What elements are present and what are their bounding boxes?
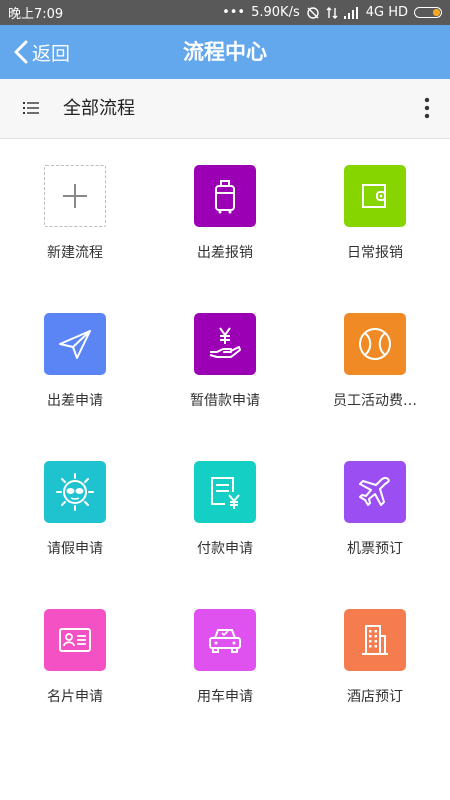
grid-item-daily-reimbursement[interactable]: 日常报销 [300, 139, 450, 287]
grid-item-car-application[interactable]: 用车申请 [150, 583, 300, 731]
signal-icon [343, 6, 358, 19]
daily-reimbursement-tile[interactable] [344, 165, 406, 227]
more-dots-icon: ••• [222, 5, 246, 20]
hotel-booking-tile[interactable] [344, 609, 406, 671]
grid-item-label: 酒店预订 [347, 689, 403, 705]
network-type: 4G HD [365, 5, 408, 20]
flight-booking-tile[interactable] [344, 461, 406, 523]
title-bar: 返回 流程中心 [0, 25, 450, 79]
business-card-tile[interactable] [44, 609, 106, 671]
paper-plane-icon [59, 330, 91, 359]
leave-application-tile[interactable] [44, 461, 106, 523]
grid-item-loan-application[interactable]: 暂借款申请 [150, 287, 300, 435]
grid-item-payment-application[interactable]: 付款申请 [150, 435, 300, 583]
grid-item-label: 暂借款申请 [190, 393, 260, 409]
sun-glasses-icon [56, 473, 94, 511]
grid-item-flight-booking[interactable]: 机票预订 [300, 435, 450, 583]
grid-item-new-process[interactable]: 新建流程 [0, 139, 150, 287]
employee-activity-tile[interactable] [344, 313, 406, 375]
more-vertical-icon[interactable] [424, 97, 430, 119]
grid-item-label: 出差申请 [47, 393, 103, 409]
grid-item-label: 用车申请 [197, 689, 253, 705]
grid-item-travel-reimbursement[interactable]: 出差报销 [150, 139, 300, 287]
grid-item-hotel-booking[interactable]: 酒店预订 [300, 583, 450, 731]
travel-application-tile[interactable] [44, 313, 106, 375]
grid-item-label: 新建流程 [47, 245, 103, 261]
grid-item-label: 员工活动费… [333, 393, 417, 409]
back-button[interactable]: 返回 [12, 25, 70, 79]
grid-item-label: 出差报销 [197, 245, 253, 261]
grid-item-leave-application[interactable]: 请假申请 [0, 435, 150, 583]
airplane-icon [359, 476, 390, 506]
luggage-icon [215, 180, 235, 214]
wallet-icon [362, 184, 386, 208]
payment-application-tile[interactable] [194, 461, 256, 523]
status-indicators: ••• 5.90K/s 4G HD [222, 5, 442, 20]
status-time: 晚上7:09 [8, 7, 64, 22]
loan-application-tile[interactable] [194, 313, 256, 375]
hotel-icon [362, 625, 388, 655]
invoice-yen-icon [211, 477, 240, 509]
list-icon[interactable] [22, 99, 40, 117]
car-application-tile[interactable] [194, 609, 256, 671]
grid-item-label: 日常报销 [347, 245, 403, 261]
id-card-icon [59, 628, 91, 652]
alarm-off-icon [307, 6, 319, 19]
status-bar: 晚上7:09 ••• 5.90K/s 4G HD [0, 0, 450, 25]
baseball-icon [359, 328, 391, 360]
car-icon [209, 629, 241, 653]
grid-item-business-card[interactable]: 名片申请 [0, 583, 150, 731]
grid-item-label: 请假申请 [47, 541, 103, 557]
grid-item-travel-application[interactable]: 出差申请 [0, 287, 150, 435]
chevron-left-icon [14, 40, 28, 64]
filter-label[interactable]: 全部流程 [63, 79, 135, 138]
network-speed: 5.90K/s [251, 5, 300, 20]
grid-item-label: 付款申请 [197, 541, 253, 557]
grid-item-label: 机票预订 [347, 541, 403, 557]
grid-item-employee-activity[interactable]: 员工活动费… [300, 287, 450, 435]
filter-bar: 全部流程 [0, 79, 450, 139]
travel-reimbursement-tile[interactable] [194, 165, 256, 227]
new-process-tile[interactable] [44, 165, 106, 227]
plus-icon [63, 184, 87, 208]
back-label: 返回 [32, 42, 71, 65]
grid-item-label: 名片申请 [47, 689, 103, 705]
process-grid: 新建流程 出差报销 日常报销 出差申请 暂借款申请 员工活动费… 请假申请 付款… [0, 139, 450, 731]
data-transfer-icon [326, 6, 338, 19]
battery-icon [414, 7, 442, 18]
yen-hand-icon [209, 327, 241, 358]
